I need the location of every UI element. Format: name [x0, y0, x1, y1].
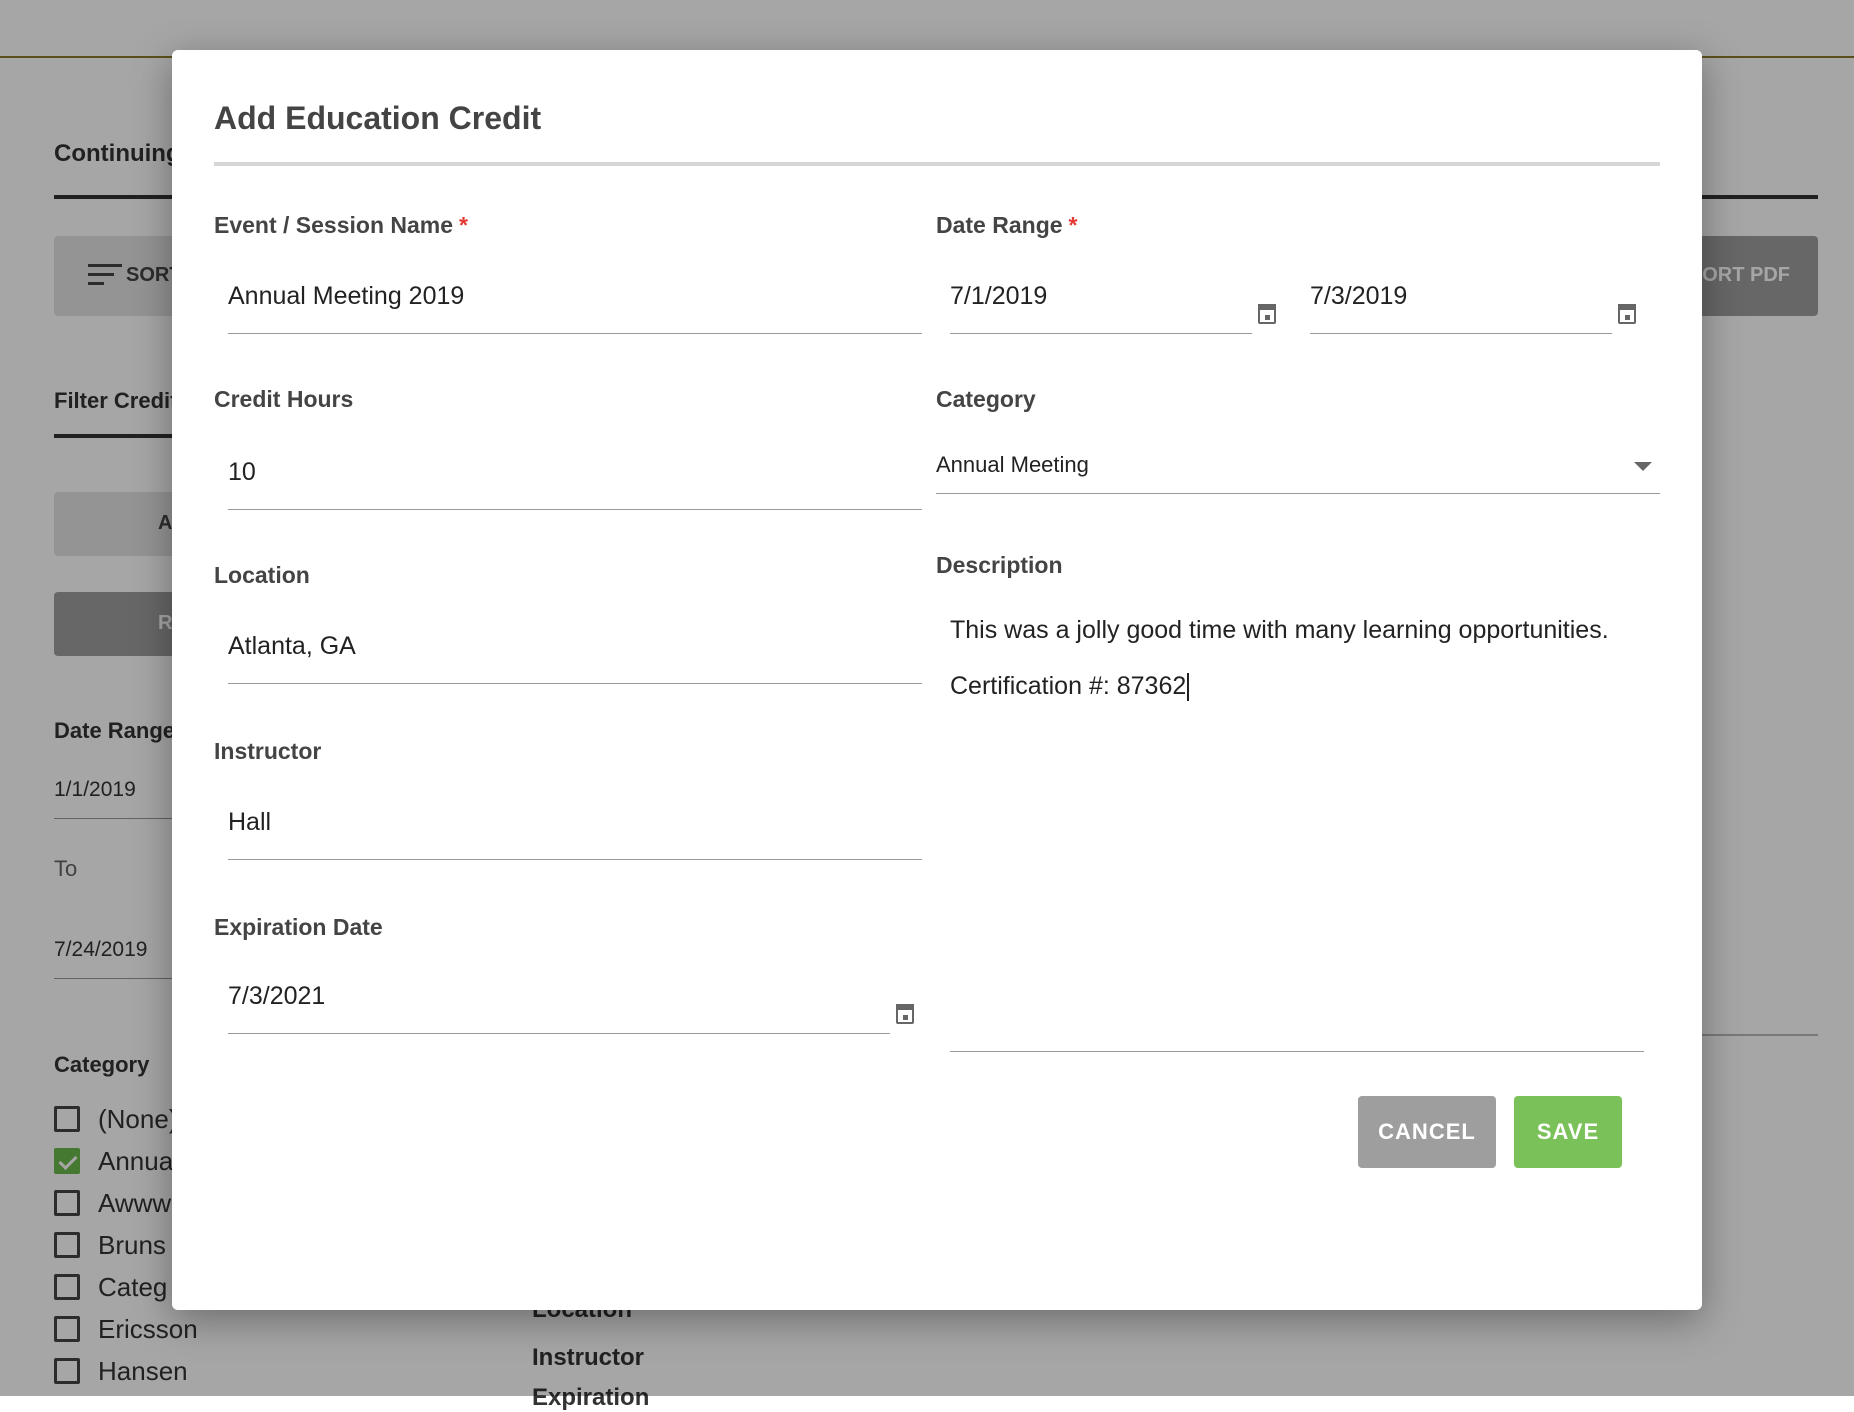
expiration-date-input[interactable] — [228, 972, 890, 1011]
event-name-label-text: Event / Session Name — [214, 212, 454, 238]
calendar-icon[interactable] — [1618, 304, 1636, 324]
calendar-icon[interactable] — [896, 1004, 914, 1024]
instructor-field — [228, 798, 922, 860]
event-name-label: Event / Session Name * — [214, 212, 468, 239]
text-cursor — [1187, 673, 1190, 702]
category-select[interactable]: Annual Meeting — [936, 436, 1660, 494]
description-textarea[interactable]: This was a jolly good time with many lea… — [950, 602, 1644, 1052]
required-asterisk: * — [459, 212, 468, 238]
location-input[interactable] — [228, 622, 922, 661]
date-end-input[interactable] — [1310, 272, 1612, 311]
event-name-field — [228, 272, 922, 334]
date-range-label: Date Range * — [936, 212, 1078, 239]
expiration-date-field — [228, 972, 914, 1034]
event-name-input[interactable] — [228, 272, 922, 311]
credit-hours-field — [228, 448, 922, 510]
location-label: Location — [214, 562, 310, 588]
description-label: Description — [936, 552, 1063, 578]
cancel-button[interactable]: CANCEL — [1358, 1096, 1496, 1168]
description-line: This was a jolly good time with many lea… — [950, 616, 1609, 644]
instructor-label: Instructor — [214, 738, 322, 764]
description-line: Certification #: 87362 — [950, 672, 1187, 700]
date-range-label-text: Date Range — [936, 212, 1063, 238]
title-divider — [214, 162, 1660, 166]
calendar-icon[interactable] — [1258, 304, 1276, 324]
expiration-date-label: Expiration Date — [214, 914, 383, 940]
date-start-input[interactable] — [950, 272, 1252, 311]
credit-hours-label: Credit Hours — [214, 386, 354, 412]
date-start-field — [950, 272, 1276, 334]
required-asterisk: * — [1068, 212, 1078, 238]
add-education-credit-dialog: Add Education Credit Event / Session Nam… — [172, 50, 1702, 1310]
dialog-title: Add Education Credit — [214, 100, 542, 136]
date-end-field — [1310, 272, 1636, 334]
dropdown-caret-icon — [1634, 462, 1652, 471]
instructor-input[interactable] — [228, 798, 922, 837]
location-field — [228, 622, 922, 684]
category-label: Category — [936, 386, 1036, 412]
description-line-with-caret: Certification #: 87362 — [950, 658, 1644, 714]
save-button[interactable]: SAVE — [1514, 1096, 1622, 1168]
credit-hours-input[interactable] — [228, 448, 922, 487]
category-select-value: Annual Meeting — [936, 452, 1089, 477]
